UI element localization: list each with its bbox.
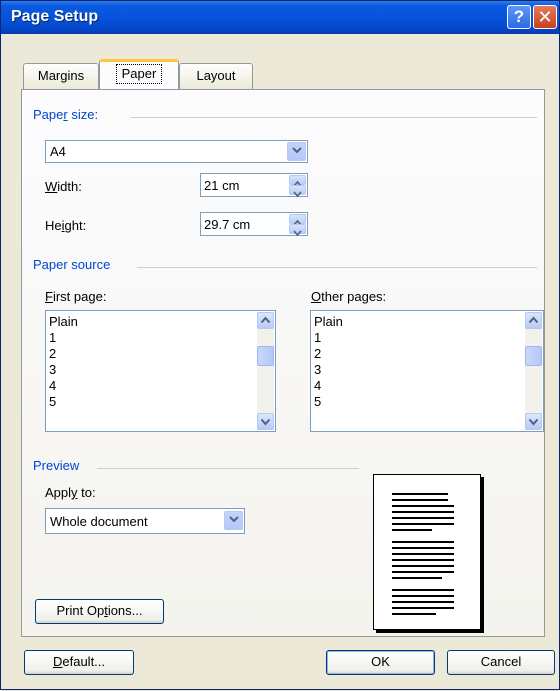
chevron-down-icon[interactable]	[224, 511, 243, 530]
other-pages-list[interactable]: Plain 1 2 3 4 5	[310, 310, 544, 432]
list-item[interactable]: 4	[314, 378, 343, 394]
scroll-up-icon[interactable]	[525, 312, 542, 329]
list-item[interactable]: 2	[314, 346, 343, 362]
spin-up-icon[interactable]	[289, 214, 306, 226]
width-label: Width:	[45, 179, 82, 194]
list-item[interactable]: 1	[49, 330, 78, 346]
list-item[interactable]: 5	[314, 394, 343, 410]
page-preview	[373, 474, 481, 630]
first-page-list[interactable]: Plain 1 2 3 4 5	[45, 310, 276, 432]
divider	[131, 117, 537, 118]
paper-size-select[interactable]: A4	[45, 140, 308, 163]
scrollbar[interactable]	[257, 312, 274, 430]
preview-group-label: Preview	[33, 458, 80, 473]
print-options-button[interactable]: Print Options...	[35, 599, 164, 624]
paper-size-value: A4	[50, 144, 66, 159]
list-item[interactable]: 1	[314, 330, 343, 346]
scrollbar[interactable]	[525, 312, 542, 430]
page-setup-dialog: Page Setup ? ✕ Margins Paper Layout Pape…	[0, 0, 560, 690]
spin-up-icon[interactable]	[289, 175, 306, 187]
chevron-down-icon[interactable]	[287, 142, 306, 161]
cancel-button[interactable]: Cancel	[447, 650, 555, 675]
paper-source-group-label: Paper source	[33, 257, 111, 272]
width-value: 21 cm	[204, 178, 240, 193]
list-item[interactable]: 4	[49, 378, 78, 394]
apply-to-value: Whole document	[50, 514, 148, 529]
scroll-thumb[interactable]	[525, 346, 542, 366]
apply-to-label: Apply to:	[45, 485, 96, 500]
divider	[137, 267, 537, 268]
list-item[interactable]: Plain	[49, 314, 78, 330]
width-spinner[interactable]: 21 cm	[200, 173, 308, 198]
list-item[interactable]: 2	[49, 346, 78, 362]
other-pages-label: Other pages:	[311, 289, 387, 304]
scroll-down-icon[interactable]	[257, 413, 274, 430]
height-label: Height:	[45, 218, 87, 233]
height-value: 29.7 cm	[204, 217, 251, 232]
spin-down-icon[interactable]	[289, 185, 306, 198]
default-button[interactable]: Default...	[24, 650, 134, 675]
scroll-up-icon[interactable]	[257, 312, 274, 329]
scroll-down-icon[interactable]	[525, 413, 542, 430]
spin-down-icon[interactable]	[289, 224, 306, 237]
list-item[interactable]: 3	[314, 362, 343, 378]
apply-to-select[interactable]: Whole document	[45, 508, 245, 534]
height-spinner[interactable]: 29.7 cm	[200, 212, 308, 237]
first-page-label: First page:	[45, 289, 107, 304]
list-item[interactable]: Plain	[314, 314, 343, 330]
scroll-thumb[interactable]	[257, 346, 274, 366]
list-item[interactable]: 5	[49, 394, 78, 410]
divider	[97, 468, 359, 469]
ok-button[interactable]: OK	[326, 650, 435, 675]
list-item[interactable]: 3	[49, 362, 78, 378]
paper-size-group-label: Paper size:	[33, 107, 99, 122]
